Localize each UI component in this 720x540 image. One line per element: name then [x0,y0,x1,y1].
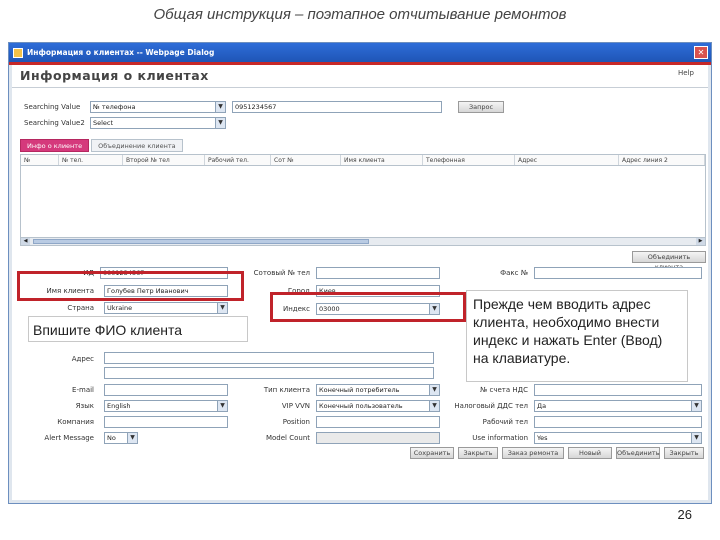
vip-label: VIP VVN [281,402,310,410]
merge-button[interactable]: Объединить [616,447,660,459]
partner-select[interactable]: Да ▼ [534,400,702,412]
address-line1-field[interactable] [104,352,434,364]
customer-type-select[interactable]: Конечный потребитель ▼ [316,384,440,396]
fio-callout: Впишите ФИО клиента [28,316,248,342]
country-selected: Ukraine [107,304,133,312]
help-link[interactable]: Help [678,69,694,77]
window-title: Информация о клиентах -- Webpage Dialog [27,48,215,57]
vip-selected: Конечный пользователь [319,402,403,410]
column-header[interactable]: Второй № тел [123,155,205,165]
column-header[interactable]: № [21,155,59,165]
header-divider [12,87,708,88]
save-button[interactable]: Сохранить [410,447,454,459]
chevron-down-icon: ▼ [217,401,227,411]
page-title: Информация о клиентах [20,68,209,83]
column-header[interactable]: Сот № [271,155,341,165]
repair-order-button[interactable]: Заказ ремонта [502,447,564,459]
use-information-label: Use information [472,434,528,442]
scrollbar-thumb[interactable] [33,239,369,244]
customer-type-label: Тип клиента [263,386,310,394]
chevron-down-icon: ▼ [429,401,439,411]
address-label: Адрес [71,355,94,363]
exit-button[interactable]: Закрыть [664,447,704,459]
company-field[interactable] [104,416,228,428]
searching-value2-selected: Select [93,119,114,127]
vip-select[interactable]: Конечный пользователь ▼ [316,400,440,412]
search-button[interactable]: Запрос [458,101,504,113]
grid-horizontal-scrollbar[interactable]: ◀ ▶ [20,237,706,246]
searching-value-selected: № телефона [93,103,136,111]
searching-value2-select[interactable]: Select ▼ [90,117,226,129]
column-header[interactable]: Адрес линия 2 [619,155,705,165]
column-header[interactable]: Рабочий тел. [205,155,271,165]
use-information-selected: Yes [537,434,548,442]
alert-message-label: Alert Message [44,434,94,442]
customer-type-selected: Конечный потребитель [319,386,400,394]
fax-label: Факс № [500,269,528,277]
column-header[interactable]: № тел. [59,155,123,165]
chevron-down-icon: ▼ [215,102,225,112]
searching-value-label: Searching Value [24,103,81,111]
tab-bar: Инфо о клиенте Объединение клиента [20,139,185,152]
vat-field[interactable] [534,384,702,396]
close-icon[interactable]: ✕ [694,46,708,59]
new-button[interactable]: Новый [568,447,612,459]
use-information-select[interactable]: Yes ▼ [534,432,702,444]
merge-customer-button[interactable]: Объединить клиента [632,251,706,271]
column-header[interactable]: Телефонная [423,155,515,165]
country-select[interactable]: Ukraine ▼ [104,302,228,314]
customer-grid: № № тел. Второй № тел Рабочий тел. Сот №… [20,154,706,238]
language-label: Язык [75,402,94,410]
scroll-left-icon[interactable]: ◀ [21,238,30,245]
ie-app-icon [13,47,23,58]
chevron-down-icon: ▼ [217,303,227,313]
tab-customer-info[interactable]: Инфо о клиенте [20,139,90,152]
fax-field[interactable] [534,267,702,279]
language-select[interactable]: English ▼ [104,400,228,412]
chevron-down-icon: ▼ [691,401,701,411]
scroll-right-icon[interactable]: ▶ [696,238,705,245]
alert-message-select[interactable]: No ▼ [104,432,138,444]
searching-value-select[interactable]: № телефона ▼ [90,101,226,113]
close-button[interactable]: Закрыть [458,447,498,459]
email-field[interactable] [104,384,228,396]
alert-message-selected: No [107,434,116,442]
chevron-down-icon: ▼ [215,118,225,128]
email-label: E-mail [72,386,94,394]
model-count-field [316,432,440,444]
mobile-label: Сотовый № тел [253,269,310,277]
address-line2-field[interactable] [104,367,434,379]
chevron-down-icon: ▼ [127,433,137,443]
chevron-down-icon: ▼ [691,433,701,443]
contact-tel-field[interactable] [534,416,702,428]
column-header[interactable]: Имя клиента [341,155,423,165]
position-field[interactable] [316,416,440,428]
chevron-down-icon: ▼ [429,385,439,395]
position-label: Position [282,418,310,426]
partner-label: Налоговый ДДС тел [454,402,528,410]
contact-tel-label: Рабочий тел [482,418,528,426]
slide-title: Общая инструкция – поэтапное отчитывание… [153,6,567,23]
column-header[interactable]: Адрес [515,155,619,165]
language-selected: English [107,402,131,410]
partner-selected: Да [537,402,547,410]
page-number: 26 [677,507,692,522]
search-input[interactable]: 0951234567 [232,101,442,113]
vat-label: № счета НДС [479,386,528,394]
window-titlebar: Информация о клиентах -- Webpage Dialog … [9,43,711,62]
grid-header: № № тел. Второй № тел Рабочий тел. Сот №… [21,155,705,166]
company-label: Компания [57,418,94,426]
model-count-label: Model Count [265,434,310,442]
country-label: Страна [67,304,94,312]
postcode-callout: Прежде чем вводить адрес клиента, необхо… [466,290,688,382]
name-field-highlight [17,271,244,301]
tab-merge-customer[interactable]: Объединение клиента [91,139,183,152]
postcode-field-highlight [270,292,466,322]
mobile-field[interactable] [316,267,440,279]
searching-value2-label: Searching Value2 [24,119,85,127]
